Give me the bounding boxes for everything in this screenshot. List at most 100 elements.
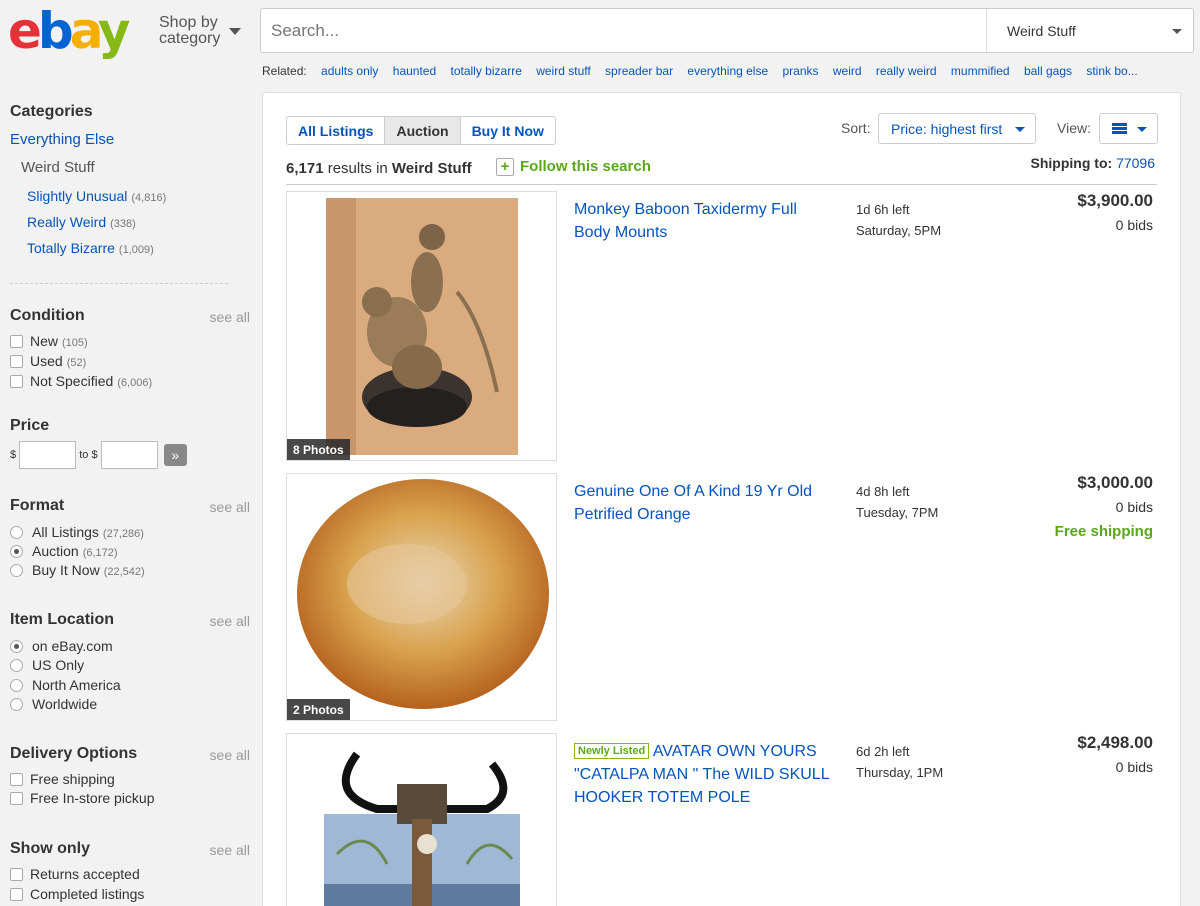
radio[interactable]: [10, 679, 23, 692]
related-link[interactable]: spreader bar: [605, 64, 673, 78]
related-link[interactable]: mummified: [951, 64, 1010, 78]
related-link[interactable]: ball gags: [1024, 64, 1072, 78]
listing-time: 1d 6h left Saturday, 5PM: [856, 202, 942, 238]
checkbox[interactable]: [10, 792, 23, 805]
listing-title[interactable]: Monkey Baboon Taxidermy Full Body Mounts: [574, 198, 834, 244]
related-link[interactable]: stink bo...: [1086, 64, 1137, 78]
sort-select[interactable]: Price: highest first: [878, 113, 1036, 144]
condition-option-used[interactable]: Used (52): [10, 353, 86, 369]
delivery-option-free-shipping[interactable]: Free shipping: [10, 771, 115, 787]
listing-image[interactable]: 8 Photos: [286, 191, 557, 461]
delivery-option-instore-pickup[interactable]: Free In-store pickup: [10, 790, 155, 806]
divider: [286, 184, 1157, 185]
newly-listed-badge: Newly Listed: [574, 743, 650, 759]
show-only-returns-accepted[interactable]: Returns accepted: [10, 866, 140, 882]
related-link[interactable]: really weird: [876, 64, 937, 78]
listing-title[interactable]: Newly Listed AVATAR OWN YOURS "CATALPA M…: [574, 740, 834, 809]
checkbox[interactable]: [10, 773, 23, 786]
radio[interactable]: [10, 698, 23, 711]
radio[interactable]: [10, 564, 23, 577]
follow-search-button[interactable]: + Follow this search: [496, 158, 651, 176]
search-bar: Weird Stuff: [260, 8, 1194, 53]
location-option-ebay[interactable]: on eBay.com: [10, 638, 113, 654]
shipping-to: Shipping to: 77096: [1030, 155, 1155, 171]
show-only-completed-listings[interactable]: Completed listings: [10, 886, 144, 902]
listing-image[interactable]: 2 Photos: [286, 473, 557, 721]
plus-icon: +: [496, 158, 514, 176]
category-everything-else[interactable]: Everything Else: [10, 131, 114, 148]
price-title: Price: [10, 417, 50, 434]
listing-item: 8 Photos Monkey Baboon Taxidermy Full Bo…: [286, 191, 1157, 461]
location-see-all[interactable]: see all: [210, 613, 250, 629]
radio[interactable]: [10, 526, 23, 539]
price-submit-button[interactable]: »: [163, 444, 187, 466]
tab-all-listings[interactable]: All Listings: [287, 117, 386, 144]
shop-by-category-button[interactable]: Shop by category: [159, 15, 241, 47]
header: ebay Shop by category Weird Stuff Relate…: [0, 0, 1200, 90]
subcategory-item[interactable]: Totally Bizarre (1,009): [27, 240, 154, 256]
location-option-north-america[interactable]: North America: [10, 677, 121, 693]
view-select[interactable]: [1099, 113, 1158, 144]
petrified-orange-image: [297, 479, 549, 709]
totem-pole-image: [324, 751, 520, 906]
category-current: Weird Stuff: [21, 159, 95, 176]
listing-time: 6d 2h left Thursday, 1PM: [856, 744, 944, 780]
related-link[interactable]: haunted: [393, 64, 436, 78]
format-see-all[interactable]: see all: [210, 499, 250, 515]
listing-image[interactable]: [286, 733, 557, 906]
listing-price: $3,000.00: [1077, 473, 1153, 492]
view-label: View:: [1057, 120, 1091, 136]
checkbox[interactable]: [10, 375, 23, 388]
checkbox[interactable]: [10, 355, 23, 368]
delivery-see-all[interactable]: see all: [210, 747, 250, 763]
listing-bids: 0 bids: [1115, 217, 1153, 233]
photo-count-badge: 2 Photos: [287, 699, 350, 720]
radio-selected[interactable]: [10, 640, 23, 653]
condition-option-new[interactable]: New (105): [10, 333, 88, 349]
related-link[interactable]: adults only: [321, 64, 378, 78]
checkbox[interactable]: [10, 335, 23, 348]
condition-option-not-specified[interactable]: Not Specified (6,006): [10, 373, 152, 389]
search-category-select[interactable]: Weird Stuff: [986, 9, 1194, 52]
listing-price: $3,900.00: [1077, 191, 1153, 210]
chevron-down-icon: [229, 28, 241, 35]
listing-title[interactable]: Genuine One Of A Kind 19 Yr Old Petrifie…: [574, 480, 834, 526]
price-min-input[interactable]: [19, 441, 77, 469]
sort-label: Sort:: [841, 120, 871, 136]
listing-item: 2 Photos Genuine One Of A Kind 19 Yr Old…: [286, 473, 1157, 721]
related-link[interactable]: weird stuff: [536, 64, 590, 78]
listing-bids: 0 bids: [1115, 499, 1153, 515]
tab-buy-it-now[interactable]: Buy It Now: [461, 117, 555, 144]
ebay-logo[interactable]: ebay: [8, 2, 130, 60]
show-only-see-all[interactable]: see all: [210, 842, 250, 858]
results-panel: All Listings Auction Buy It Now Sort: Pr…: [262, 92, 1181, 906]
tab-auction[interactable]: Auction: [385, 117, 461, 144]
format-option-all-listings[interactable]: All Listings (27,286): [10, 524, 144, 540]
radio-selected[interactable]: [10, 545, 23, 558]
checkbox[interactable]: [10, 888, 23, 901]
price-max-input[interactable]: [100, 441, 158, 469]
listing-time: 4d 8h left Tuesday, 7PM: [856, 484, 939, 520]
subcategory-item[interactable]: Slightly Unusual (4,816): [27, 188, 166, 204]
location-option-worldwide[interactable]: Worldwide: [10, 696, 97, 712]
shipping-zip-link[interactable]: 77096: [1116, 155, 1155, 171]
listing-bids: 0 bids: [1115, 759, 1153, 775]
list-view-icon: [1112, 123, 1127, 134]
format-option-buy-it-now[interactable]: Buy It Now (22,542): [10, 562, 145, 578]
delivery-options-section: Delivery Options see all Free shipping F…: [10, 745, 250, 806]
listing-item: Newly Listed AVATAR OWN YOURS "CATALPA M…: [286, 733, 1157, 906]
format-option-auction[interactable]: Auction (6,172): [10, 543, 118, 559]
subcategory-item[interactable]: Really Weird (338): [27, 214, 136, 230]
condition-see-all[interactable]: see all: [210, 309, 250, 325]
radio[interactable]: [10, 659, 23, 672]
related-link[interactable]: pranks: [782, 64, 818, 78]
search-input[interactable]: [271, 19, 971, 43]
related-link[interactable]: weird: [833, 64, 862, 78]
related-link[interactable]: everything else: [687, 64, 768, 78]
categories-title: Categories: [10, 103, 93, 120]
results-count: 6,171 results in Weird Stuff: [286, 160, 472, 177]
checkbox[interactable]: [10, 868, 23, 881]
location-option-us[interactable]: US Only: [10, 657, 84, 673]
related-link[interactable]: totally bizarre: [451, 64, 522, 78]
baboon-taxidermy-image: [326, 198, 518, 455]
